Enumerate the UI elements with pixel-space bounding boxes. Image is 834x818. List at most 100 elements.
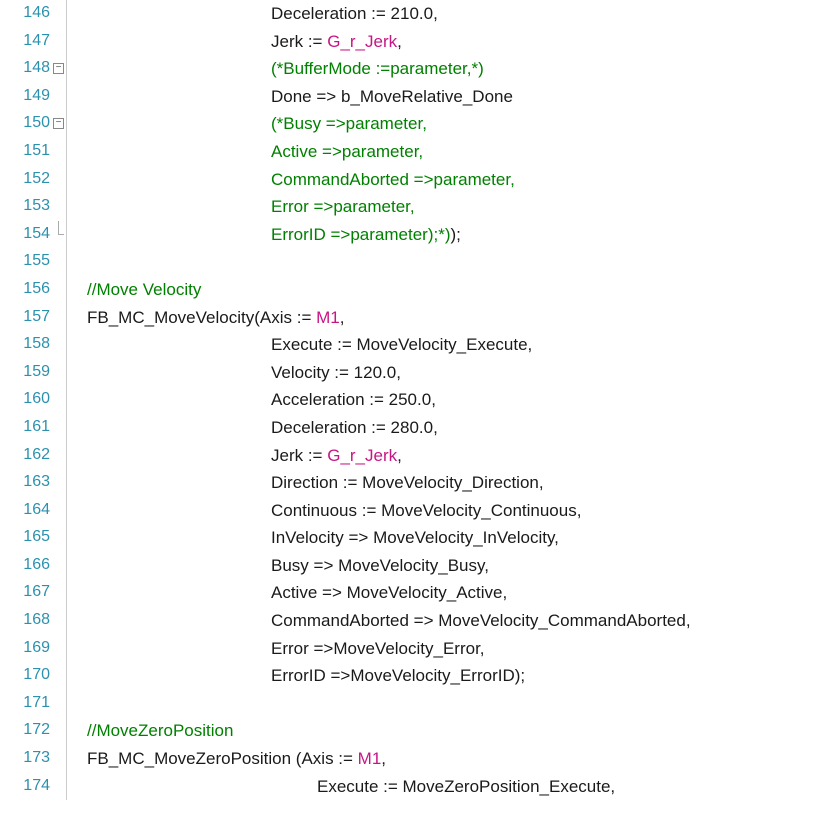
fold-toggle-icon[interactable]: − bbox=[53, 118, 64, 129]
code-content[interactable]: Deceleration := 210.0, bbox=[71, 0, 438, 28]
code-line[interactable]: 172 //MoveZeroPosition bbox=[0, 717, 834, 745]
gutter-divider bbox=[66, 138, 67, 166]
code-line[interactable]: 161 Deceleration := 280.0, bbox=[0, 414, 834, 442]
code-content[interactable]: Busy => MoveVelocity_Busy, bbox=[71, 552, 489, 580]
code-line[interactable]: 170 ErrorID =>MoveVelocity_ErrorID); bbox=[0, 662, 834, 690]
line-number: 148 bbox=[0, 55, 52, 81]
code-line[interactable]: 147Jerk := G_r_Jerk, bbox=[0, 28, 834, 56]
code-line[interactable]: 159 Velocity := 120.0, bbox=[0, 359, 834, 387]
code-line[interactable]: 153Error =>parameter, bbox=[0, 193, 834, 221]
gutter-divider bbox=[66, 304, 67, 332]
line-number: 166 bbox=[0, 552, 52, 578]
code-content[interactable]: Velocity := 120.0, bbox=[71, 359, 401, 387]
line-number: 169 bbox=[0, 635, 52, 661]
code-content[interactable]: Error =>parameter, bbox=[71, 193, 415, 221]
line-number: 171 bbox=[0, 690, 52, 716]
code-line[interactable]: 163Direction := MoveVelocity_Direction, bbox=[0, 469, 834, 497]
code-content[interactable]: FB_MC_MoveVelocity(Axis := M1, bbox=[71, 304, 344, 332]
code-content[interactable]: FB_MC_MoveZeroPosition (Axis := M1, bbox=[71, 745, 386, 773]
code-content[interactable]: Jerk := G_r_Jerk, bbox=[71, 442, 402, 470]
code-token: //MoveZeroPosition bbox=[87, 721, 233, 740]
gutter-divider bbox=[66, 193, 67, 221]
line-number: 152 bbox=[0, 166, 52, 192]
code-token: CommandAborted =>parameter, bbox=[271, 170, 515, 189]
code-token: (*Busy =>parameter, bbox=[271, 114, 427, 133]
code-token: Deceleration := 280.0, bbox=[271, 418, 438, 437]
code-content[interactable]: Active =>parameter, bbox=[71, 138, 423, 166]
gutter-divider bbox=[66, 166, 67, 194]
code-content[interactable]: Acceleration := 250.0, bbox=[71, 386, 436, 414]
code-line[interactable]: 169 Error =>MoveVelocity_Error, bbox=[0, 635, 834, 663]
code-line[interactable]: 151Active =>parameter, bbox=[0, 138, 834, 166]
code-token: Done => b_MoveRelative_Done bbox=[271, 87, 513, 106]
code-content[interactable]: //MoveZeroPosition bbox=[71, 717, 233, 745]
code-content[interactable]: CommandAborted => MoveVelocity_CommandAb… bbox=[71, 607, 691, 635]
code-content[interactable]: Continuous := MoveVelocity_Continuous, bbox=[71, 497, 581, 525]
code-token: Continuous := MoveVelocity_Continuous, bbox=[271, 501, 581, 520]
code-content[interactable]: Direction := MoveVelocity_Direction, bbox=[71, 469, 544, 497]
code-content[interactable]: Jerk := G_r_Jerk, bbox=[71, 28, 402, 56]
code-editor[interactable]: 146Deceleration := 210.0,147Jerk := G_r_… bbox=[0, 0, 834, 800]
line-number: 172 bbox=[0, 717, 52, 743]
line-number: 164 bbox=[0, 497, 52, 523]
code-line[interactable]: 167Active => MoveVelocity_Active, bbox=[0, 579, 834, 607]
code-content[interactable]: Execute := MoveZeroPosition_Execute, bbox=[71, 773, 615, 801]
code-content[interactable]: ErrorID =>MoveVelocity_ErrorID); bbox=[71, 662, 525, 690]
gutter-divider bbox=[66, 221, 67, 249]
code-line[interactable]: 158Execute := MoveVelocity_Execute, bbox=[0, 331, 834, 359]
code-line[interactable]: 157FB_MC_MoveVelocity(Axis := M1, bbox=[0, 304, 834, 332]
line-number: 159 bbox=[0, 359, 52, 385]
code-content[interactable]: Deceleration := 280.0, bbox=[71, 414, 438, 442]
code-token: Error =>MoveVelocity_Error, bbox=[271, 639, 485, 658]
code-token: ); bbox=[451, 225, 461, 244]
code-token: //Move Velocity bbox=[87, 280, 201, 299]
code-token: Error =>parameter, bbox=[271, 197, 415, 216]
code-token: Jerk := bbox=[271, 32, 327, 51]
line-number: 168 bbox=[0, 607, 52, 633]
code-content[interactable]: //Move Velocity bbox=[71, 276, 201, 304]
code-line[interactable]: 149Done => b_MoveRelative_Done bbox=[0, 83, 834, 111]
gutter-divider bbox=[66, 276, 67, 304]
code-line[interactable]: 155 bbox=[0, 248, 834, 276]
code-token: (*BufferMode :=parameter,*) bbox=[271, 59, 484, 78]
code-content[interactable]: Execute := MoveVelocity_Execute, bbox=[71, 331, 532, 359]
line-number: 162 bbox=[0, 442, 52, 468]
code-line[interactable]: 160Acceleration := 250.0, bbox=[0, 386, 834, 414]
gutter-divider bbox=[66, 414, 67, 442]
gutter-divider bbox=[66, 55, 67, 83]
code-line[interactable]: 154 ErrorID =>parameter);*)); bbox=[0, 221, 834, 249]
code-line[interactable]: 150−(*Busy =>parameter, bbox=[0, 110, 834, 138]
code-line[interactable]: 152 CommandAborted =>parameter, bbox=[0, 166, 834, 194]
code-content[interactable]: Active => MoveVelocity_Active, bbox=[71, 579, 507, 607]
code-line[interactable]: 165InVelocity => MoveVelocity_InVelocity… bbox=[0, 524, 834, 552]
code-token: Deceleration := 210.0, bbox=[271, 4, 438, 23]
code-content[interactable]: ErrorID =>parameter);*)); bbox=[71, 221, 461, 249]
code-token: G_r_Jerk bbox=[327, 32, 397, 51]
code-line[interactable]: 156//Move Velocity bbox=[0, 276, 834, 304]
line-number: 170 bbox=[0, 662, 52, 688]
code-content[interactable]: InVelocity => MoveVelocity_InVelocity, bbox=[71, 524, 559, 552]
code-line[interactable]: 164 Continuous := MoveVelocity_Continuous… bbox=[0, 497, 834, 525]
code-content[interactable]: Done => b_MoveRelative_Done bbox=[71, 83, 513, 111]
code-token: , bbox=[397, 446, 402, 465]
code-token: FB_MC_MoveZeroPosition (Axis := bbox=[87, 749, 358, 768]
gutter-divider bbox=[66, 635, 67, 663]
fold-toggle-icon[interactable]: − bbox=[53, 63, 64, 74]
line-number: 154 bbox=[0, 221, 52, 247]
code-line[interactable]: 171 bbox=[0, 690, 834, 718]
code-line[interactable]: 148− (*BufferMode :=parameter,*) bbox=[0, 55, 834, 83]
code-line[interactable]: 174Execute := MoveZeroPosition_Execute, bbox=[0, 773, 834, 801]
code-line[interactable]: 162 Jerk := G_r_Jerk, bbox=[0, 442, 834, 470]
code-line[interactable]: 168 CommandAborted => MoveVelocity_Comman… bbox=[0, 607, 834, 635]
gutter-divider bbox=[66, 386, 67, 414]
code-content[interactable]: (*BufferMode :=parameter,*) bbox=[71, 55, 484, 83]
code-line[interactable]: 173FB_MC_MoveZeroPosition (Axis := M1, bbox=[0, 745, 834, 773]
line-number: 161 bbox=[0, 414, 52, 440]
gutter-divider bbox=[66, 607, 67, 635]
gutter-divider bbox=[66, 552, 67, 580]
code-line[interactable]: 146Deceleration := 210.0, bbox=[0, 0, 834, 28]
code-line[interactable]: 166 Busy => MoveVelocity_Busy, bbox=[0, 552, 834, 580]
code-content[interactable]: CommandAborted =>parameter, bbox=[71, 166, 515, 194]
code-content[interactable]: Error =>MoveVelocity_Error, bbox=[71, 635, 485, 663]
code-content[interactable]: (*Busy =>parameter, bbox=[71, 110, 427, 138]
